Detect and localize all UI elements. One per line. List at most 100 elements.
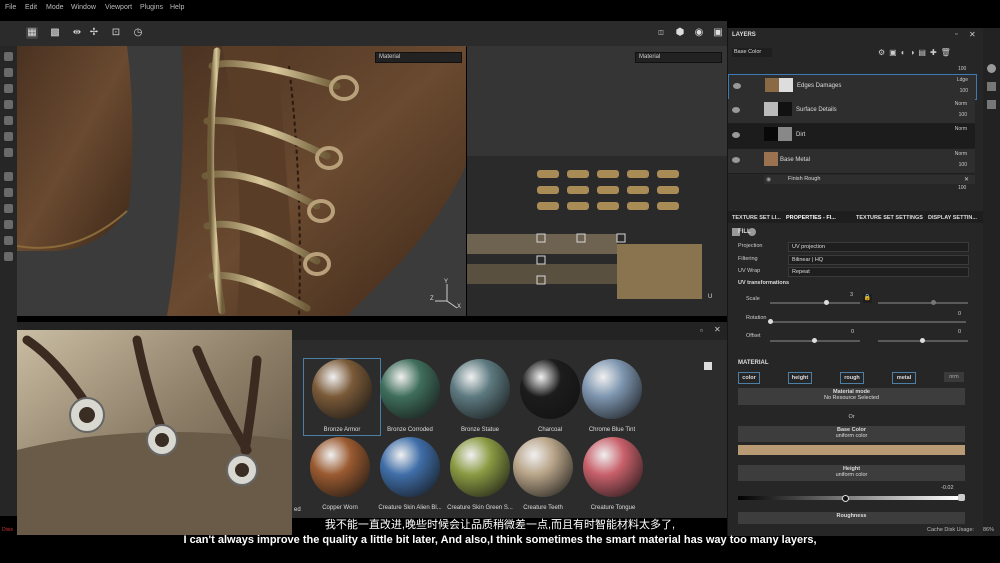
uv-transformations-title[interactable]: UV transformations — [738, 280, 789, 286]
geometry-fill-icon[interactable] — [4, 100, 13, 109]
clone-tool-icon[interactable] — [4, 132, 13, 141]
channel-rough-button[interactable]: rough — [840, 372, 864, 384]
material-chrome-blue-tint[interactable]: Chrome Blue Tint — [574, 359, 650, 433]
settings-tool-icon[interactable] — [4, 188, 13, 197]
viewport-3d[interactable]: Material Y Z X — [17, 46, 466, 316]
cube-icon[interactable]: ⬢ — [674, 27, 686, 39]
base-color-swatch[interactable] — [738, 445, 965, 455]
scale-slider-knob[interactable] — [824, 300, 829, 305]
shelf-close-icon[interactable]: ✕ — [714, 325, 721, 334]
lock-icon[interactable]: 🔒 — [863, 294, 872, 303]
offset-x-knob[interactable] — [812, 338, 817, 343]
layer-blend[interactable]: Norm — [955, 126, 967, 132]
viewport-2d[interactable]: Material U — [467, 46, 727, 316]
rotation-slider[interactable] — [770, 321, 966, 323]
tab-texture-set-settings[interactable]: TEXTURE SET SETTINGS — [856, 215, 923, 221]
height-block[interactable]: Height uniform color — [738, 465, 965, 481]
camera-icon[interactable]: ◉ — [693, 27, 705, 39]
scale-slider-y[interactable] — [878, 302, 968, 304]
export-icon[interactable] — [4, 252, 13, 261]
eye-icon[interactable] — [732, 107, 740, 113]
layer-edges-damages[interactable]: Edges Damages Ldge 100 — [728, 74, 977, 100]
mirror-icon[interactable]: ⇹ — [71, 27, 83, 39]
layer-dirt[interactable]: Dirt Norm — [728, 124, 975, 149]
shelf-float-icon[interactable]: ▫ — [700, 326, 703, 335]
channel-metal-button[interactable]: metal — [892, 372, 916, 384]
layer-opacity[interactable]: 100 — [959, 162, 967, 168]
layer-base-metal[interactable]: Base Metal Norm 100 — [728, 149, 975, 174]
offset-y-knob[interactable] — [920, 338, 925, 343]
height-slider-knob[interactable] — [842, 495, 849, 502]
viewport-channel-select[interactable]: Material — [375, 52, 462, 63]
offset-y-value[interactable]: 0 — [958, 329, 961, 335]
viewport-2d-channel-select[interactable]: Material — [635, 52, 722, 63]
rotation-slider-knob[interactable] — [768, 319, 773, 324]
uvwrap-select[interactable]: Repeat — [788, 267, 969, 277]
scale-slider-y-knob[interactable] — [931, 300, 936, 305]
filtering-select[interactable]: Bilinear | HQ — [788, 255, 969, 265]
view-mode-icon[interactable]: ◫ — [655, 27, 667, 39]
channel-nrm-button[interactable]: nrm — [944, 372, 964, 382]
shelf-toggle-icon[interactable] — [4, 236, 13, 245]
base-color-block[interactable]: Base Color uniform color — [738, 426, 965, 442]
eye-icon[interactable] — [733, 83, 741, 89]
menu-edit[interactable]: Edit — [25, 4, 37, 11]
layer-blend[interactable]: Norm — [955, 151, 967, 157]
menu-plugins[interactable]: Plugins — [140, 4, 163, 11]
tab-texture-set-list[interactable]: TEXTURE SET LI... — [732, 215, 781, 221]
dock-properties-icon[interactable] — [987, 100, 996, 109]
color-picker-icon[interactable] — [958, 494, 965, 501]
grid-icon[interactable]: ▦ — [26, 27, 38, 39]
menu-window[interactable]: Window — [71, 4, 96, 11]
menu-file[interactable]: File — [5, 4, 16, 11]
dock-settings-icon[interactable] — [987, 64, 996, 73]
height-value[interactable]: -0.02 — [941, 485, 954, 491]
panel-close-icon[interactable]: ✕ — [969, 30, 976, 39]
eye-icon[interactable] — [732, 132, 740, 138]
material-creature-teeth[interactable]: Creature Teeth — [505, 437, 581, 511]
menu-viewport[interactable]: Viewport — [105, 4, 132, 11]
symmetry-icon[interactable]: ✢ — [88, 27, 100, 39]
picker-tool-icon[interactable] — [4, 148, 13, 157]
grid-dense-icon[interactable]: ▩ — [49, 27, 61, 39]
projection-tool-icon[interactable] — [4, 84, 13, 93]
screenshot-icon[interactable]: ▣ — [712, 27, 724, 39]
tab-properties[interactable]: PROPERTIES - FI... — [786, 215, 836, 221]
eye-icon[interactable] — [732, 157, 740, 163]
panel-float-icon[interactable]: ▫ — [955, 31, 957, 38]
projection-select[interactable]: UV projection — [788, 242, 969, 252]
frame-icon[interactable]: ⊡ — [110, 27, 122, 39]
layer-actions-icons[interactable]: ⚙▣◐◑▤✚🗑 — [878, 48, 955, 57]
channel-select[interactable]: Base Color — [732, 48, 772, 57]
menu-mode[interactable]: Mode — [46, 4, 64, 11]
material-bronze-armor[interactable]: Bronze Armor — [303, 358, 381, 436]
rotation-value[interactable]: 0 — [958, 311, 961, 317]
layer-blend[interactable]: Ldge — [957, 77, 968, 83]
plugin-tool-icon[interactable] — [4, 220, 13, 229]
python-icon[interactable] — [4, 204, 13, 213]
dock-layers-icon[interactable] — [987, 82, 996, 91]
layer-surface-details[interactable]: Surface Details Norm 100 — [728, 99, 975, 124]
smudge-tool-icon[interactable] — [4, 116, 13, 125]
layer-blend[interactable]: Norm — [955, 101, 967, 107]
eye-icon[interactable]: ◉ — [766, 176, 771, 183]
history-icon[interactable]: ◷ — [132, 27, 144, 39]
material-bronze-statue[interactable]: Bronze Statue — [442, 359, 518, 433]
effect-finish-rough[interactable]: ◉ Finish Rough ✕ — [764, 175, 975, 184]
material-creature-tongue[interactable]: Creature Tongue — [575, 437, 651, 511]
channel-color-button[interactable]: color — [738, 372, 760, 384]
menu-help[interactable]: Help — [170, 4, 184, 11]
scale-value[interactable]: 3 — [850, 292, 853, 298]
scale-slider[interactable] — [770, 302, 860, 304]
paint-tool-icon[interactable] — [4, 52, 13, 61]
tab-display-settings[interactable]: DISPLAY SETTIN... — [928, 215, 977, 221]
material-copper-worn[interactable]: Copper Worn — [302, 437, 378, 511]
channel-height-button[interactable]: height — [788, 372, 812, 384]
eraser-tool-icon[interactable] — [4, 68, 13, 77]
offset-x-value[interactable]: 0 — [851, 329, 854, 335]
material-mode-block[interactable]: Material mode No Resource Selected — [738, 388, 965, 405]
effect-close-icon[interactable]: ✕ — [964, 176, 969, 183]
material-bronze-corroded[interactable]: Bronze Corroded — [372, 359, 448, 433]
bake-icon[interactable] — [4, 172, 13, 181]
material-creature-skin-alien[interactable]: Creature Skin Alien Bl... — [372, 437, 448, 511]
